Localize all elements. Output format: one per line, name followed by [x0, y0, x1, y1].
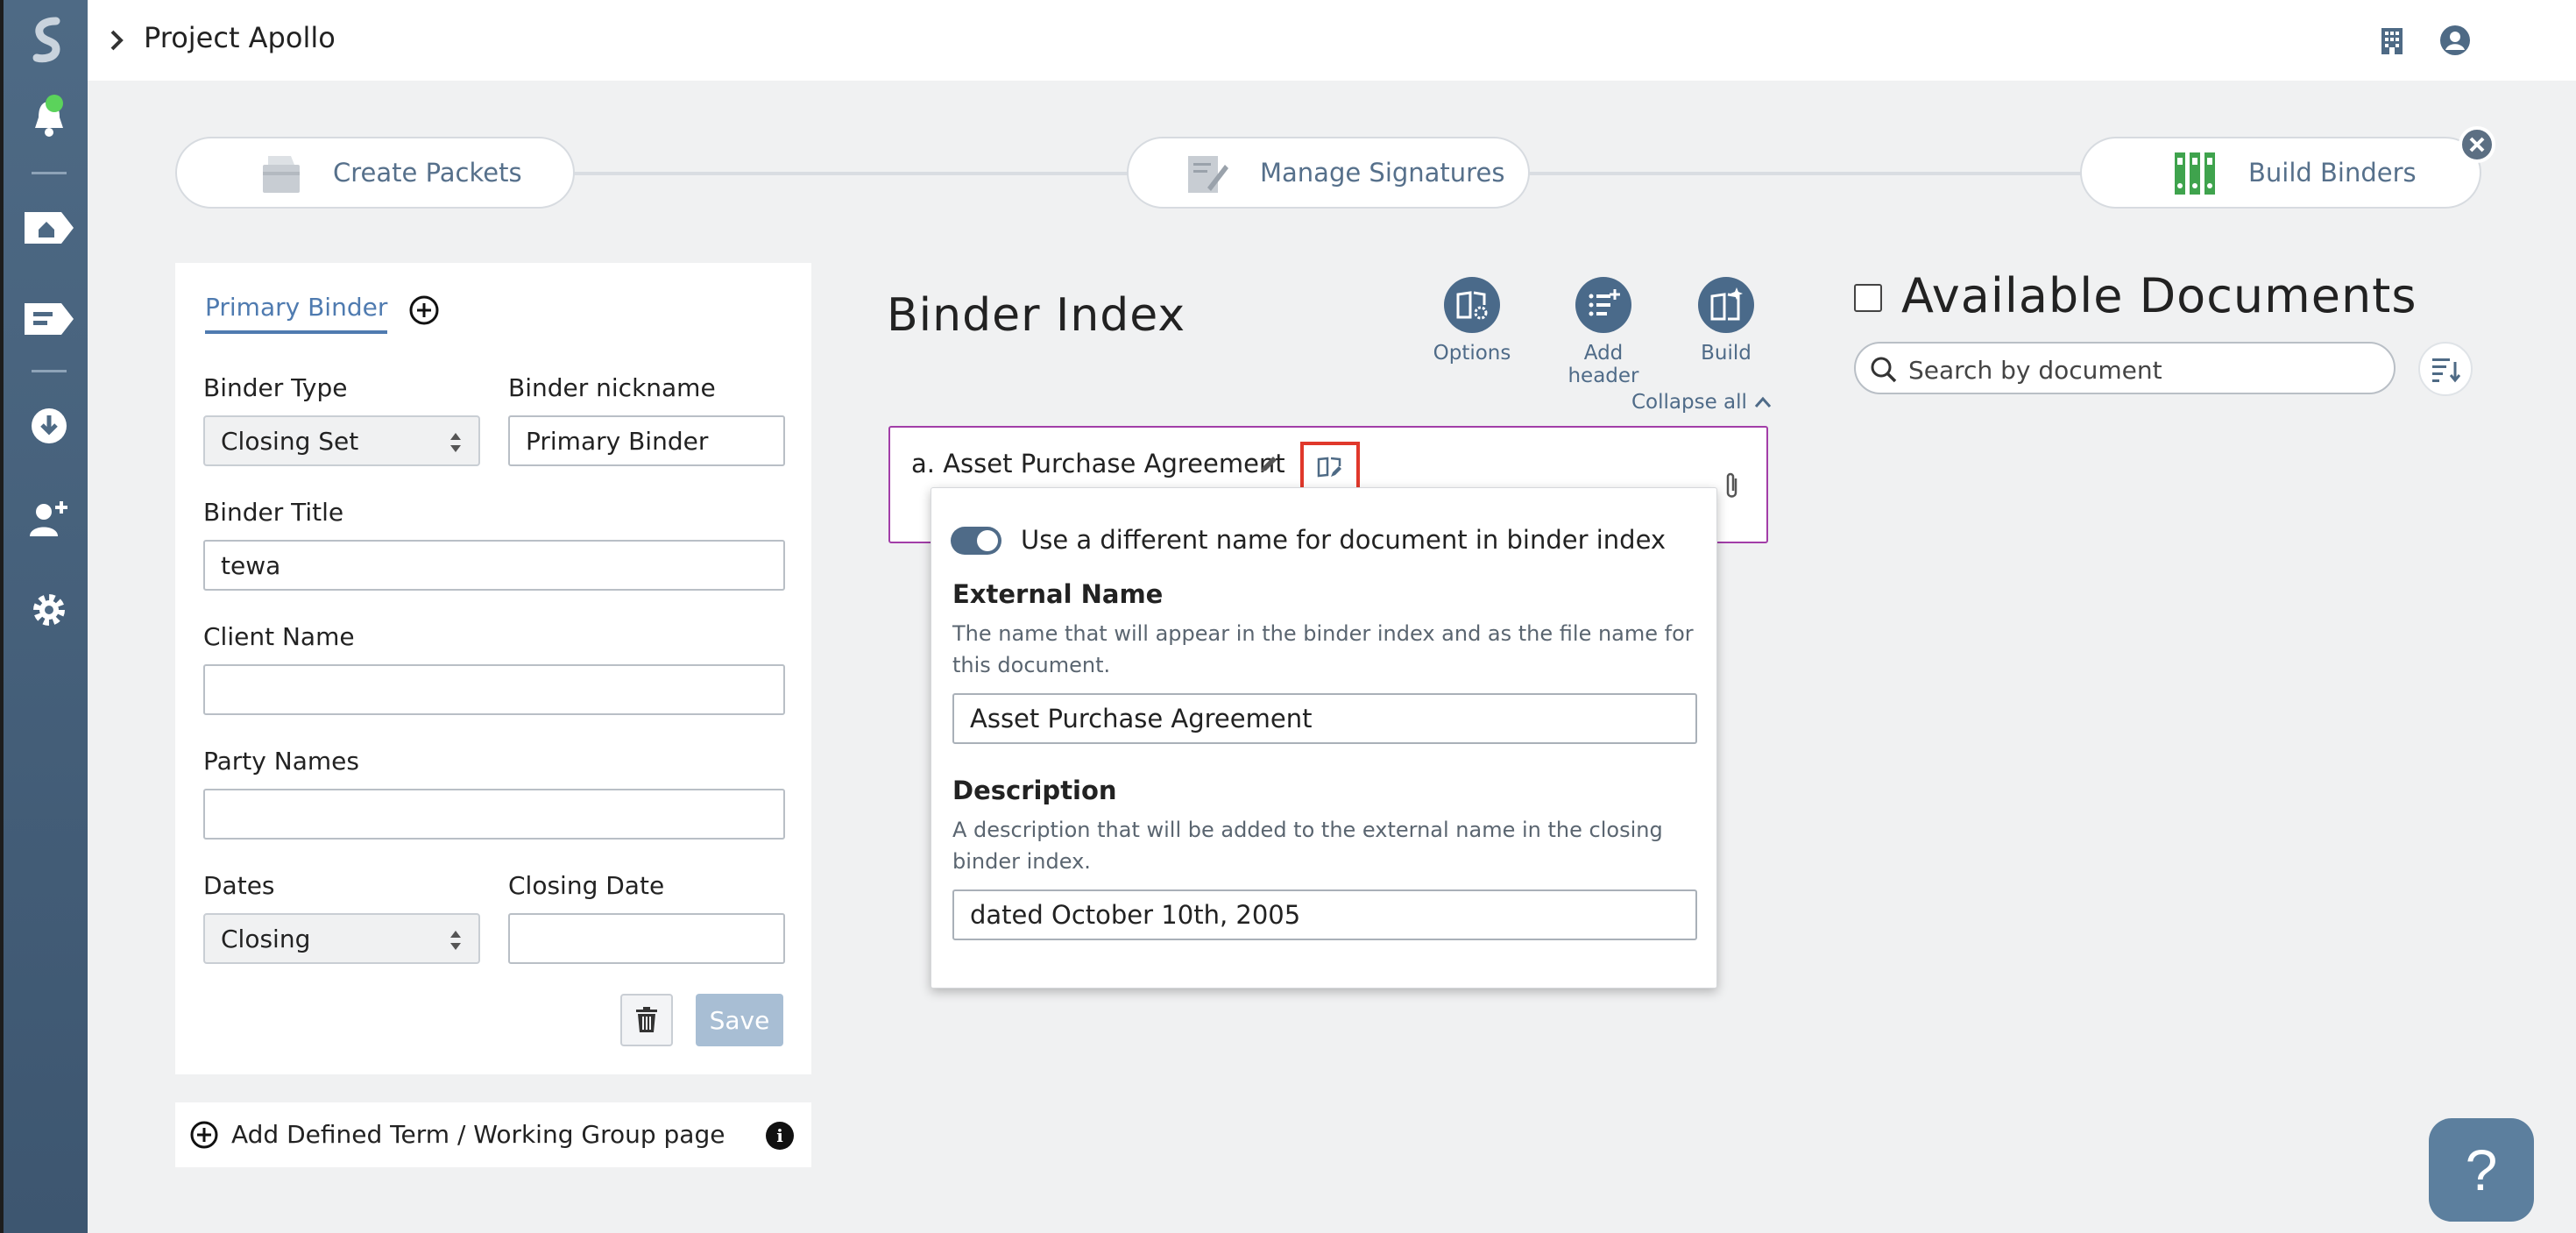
available-documents-title: Available Documents: [1901, 268, 2417, 323]
gear-icon[interactable]: [23, 584, 75, 636]
binder-title-input[interactable]: tewa: [203, 540, 785, 591]
closing-date-input[interactable]: [508, 913, 785, 964]
home-icon[interactable]: [23, 202, 75, 254]
client-name-input[interactable]: [203, 664, 785, 715]
add-binder-icon[interactable]: [408, 294, 440, 326]
toggle-label: Use a different name for document in bin…: [1021, 525, 1667, 555]
select-arrows-icon: [450, 433, 461, 452]
step-create-packets[interactable]: Create Packets: [175, 137, 575, 209]
document-name: a. Asset Purchase Agreement: [911, 449, 1285, 478]
save-button[interactable]: Save: [696, 994, 783, 1046]
book-gear-icon: [1444, 277, 1500, 333]
step-build-binders[interactable]: Build Binders: [2080, 137, 2481, 209]
description-heading: Description: [952, 776, 1117, 805]
collapse-all-link[interactable]: Collapse all: [1631, 391, 1772, 414]
nickname-input[interactable]: Primary Binder: [508, 415, 785, 466]
step-manage-signatures[interactable]: Manage Signatures: [1127, 137, 1530, 209]
external-name-help: The name that will appear in the binder …: [952, 621, 1694, 677]
add-user-icon[interactable]: [23, 492, 75, 545]
add-header-label: Add header: [1568, 342, 1639, 387]
binder-type-select[interactable]: Closing Set: [203, 415, 480, 466]
add-defined-term-row[interactable]: Add Defined Term / Working Group page i: [175, 1102, 811, 1167]
client-name-label: Client Name: [203, 622, 355, 651]
signature-icon: [1185, 152, 1230, 200]
project-title[interactable]: Project Apollo: [144, 21, 336, 54]
book-sparkle-icon: [1698, 277, 1754, 333]
select-arrows-icon: [450, 931, 461, 950]
build-label: Build: [1701, 342, 1752, 365]
dates-label: Dates: [203, 871, 275, 900]
external-name-popover: Use a different name for document in bin…: [931, 487, 1717, 989]
packet-icon: [259, 152, 303, 200]
external-name-input[interactable]: Asset Purchase Agreement: [952, 693, 1697, 744]
tag-icon[interactable]: [23, 293, 75, 345]
closing-date-label: Closing Date: [508, 871, 665, 900]
sort-icon: [2432, 358, 2460, 383]
step-label: Create Packets: [333, 158, 522, 188]
collapse-all-label: Collapse all: [1631, 391, 1747, 414]
step-label: Build Binders: [2248, 158, 2417, 188]
description-input[interactable]: dated October 10th, 2005: [952, 889, 1697, 940]
add-defined-term-label: Add Defined Term / Working Group page: [231, 1120, 725, 1149]
dates-value: Closing: [221, 924, 311, 953]
party-names-label: Party Names: [203, 747, 359, 776]
chevron-right-icon[interactable]: [103, 25, 130, 56]
external-name-button[interactable]: [1300, 442, 1360, 492]
binder-title-label: Binder Title: [203, 498, 344, 527]
search-icon: [1871, 357, 1897, 383]
description-help: A description that will be added to the …: [952, 818, 1663, 874]
top-bar: [88, 0, 2576, 81]
step-connector: [1525, 172, 2085, 175]
sidebar: [0, 0, 88, 1233]
binder-icon: [2173, 151, 2217, 200]
notification-dot: [46, 95, 63, 112]
info-icon[interactable]: i: [766, 1122, 794, 1150]
building-icon[interactable]: [2374, 23, 2410, 58]
nav-divider: [32, 370, 67, 372]
close-icon[interactable]: [2459, 126, 2495, 163]
user-circle-icon[interactable]: [2438, 23, 2473, 58]
binder-index-title: Binder Index: [887, 289, 1186, 342]
trash-icon: [636, 1007, 657, 1032]
app-logo-icon[interactable]: [26, 16, 70, 65]
toggle-knob: [977, 530, 998, 551]
add-header-button[interactable]: Add header: [1551, 277, 1656, 387]
binder-settings-panel: Primary Binder Binder Type Closing Set B…: [175, 263, 811, 1074]
binder-type-value: Closing Set: [221, 426, 359, 456]
add-circle-icon: [189, 1120, 219, 1150]
document-search-input[interactable]: Search by document: [1854, 342, 2396, 394]
different-name-toggle[interactable]: [951, 527, 1001, 555]
select-all-checkbox[interactable]: [1854, 284, 1882, 312]
paperclip-icon[interactable]: [1723, 471, 1742, 501]
external-name-heading: External Name: [952, 579, 1164, 609]
book-edit-icon: [1317, 457, 1341, 478]
help-button[interactable]: ?: [2429, 1118, 2534, 1222]
download-icon[interactable]: [23, 400, 75, 452]
delete-binder-button[interactable]: [620, 994, 673, 1046]
nickname-label: Binder nickname: [508, 373, 716, 402]
options-button[interactable]: Options: [1419, 277, 1525, 365]
chevron-up-icon: [1754, 396, 1772, 407]
pencil-icon[interactable]: [1258, 454, 1279, 475]
party-names-input[interactable]: [203, 789, 785, 840]
binder-type-label: Binder Type: [203, 373, 348, 402]
sort-button[interactable]: [2418, 342, 2473, 396]
step-connector: [570, 172, 1130, 175]
build-button[interactable]: Build: [1674, 277, 1779, 365]
tab-primary-binder[interactable]: Primary Binder: [205, 293, 388, 334]
list-add-icon: [1575, 277, 1631, 333]
step-label: Manage Signatures: [1260, 158, 1505, 188]
search-placeholder: Search by document: [1908, 356, 2162, 385]
options-label: Options: [1433, 342, 1511, 365]
dates-select[interactable]: Closing: [203, 913, 480, 964]
nav-divider: [32, 172, 67, 174]
